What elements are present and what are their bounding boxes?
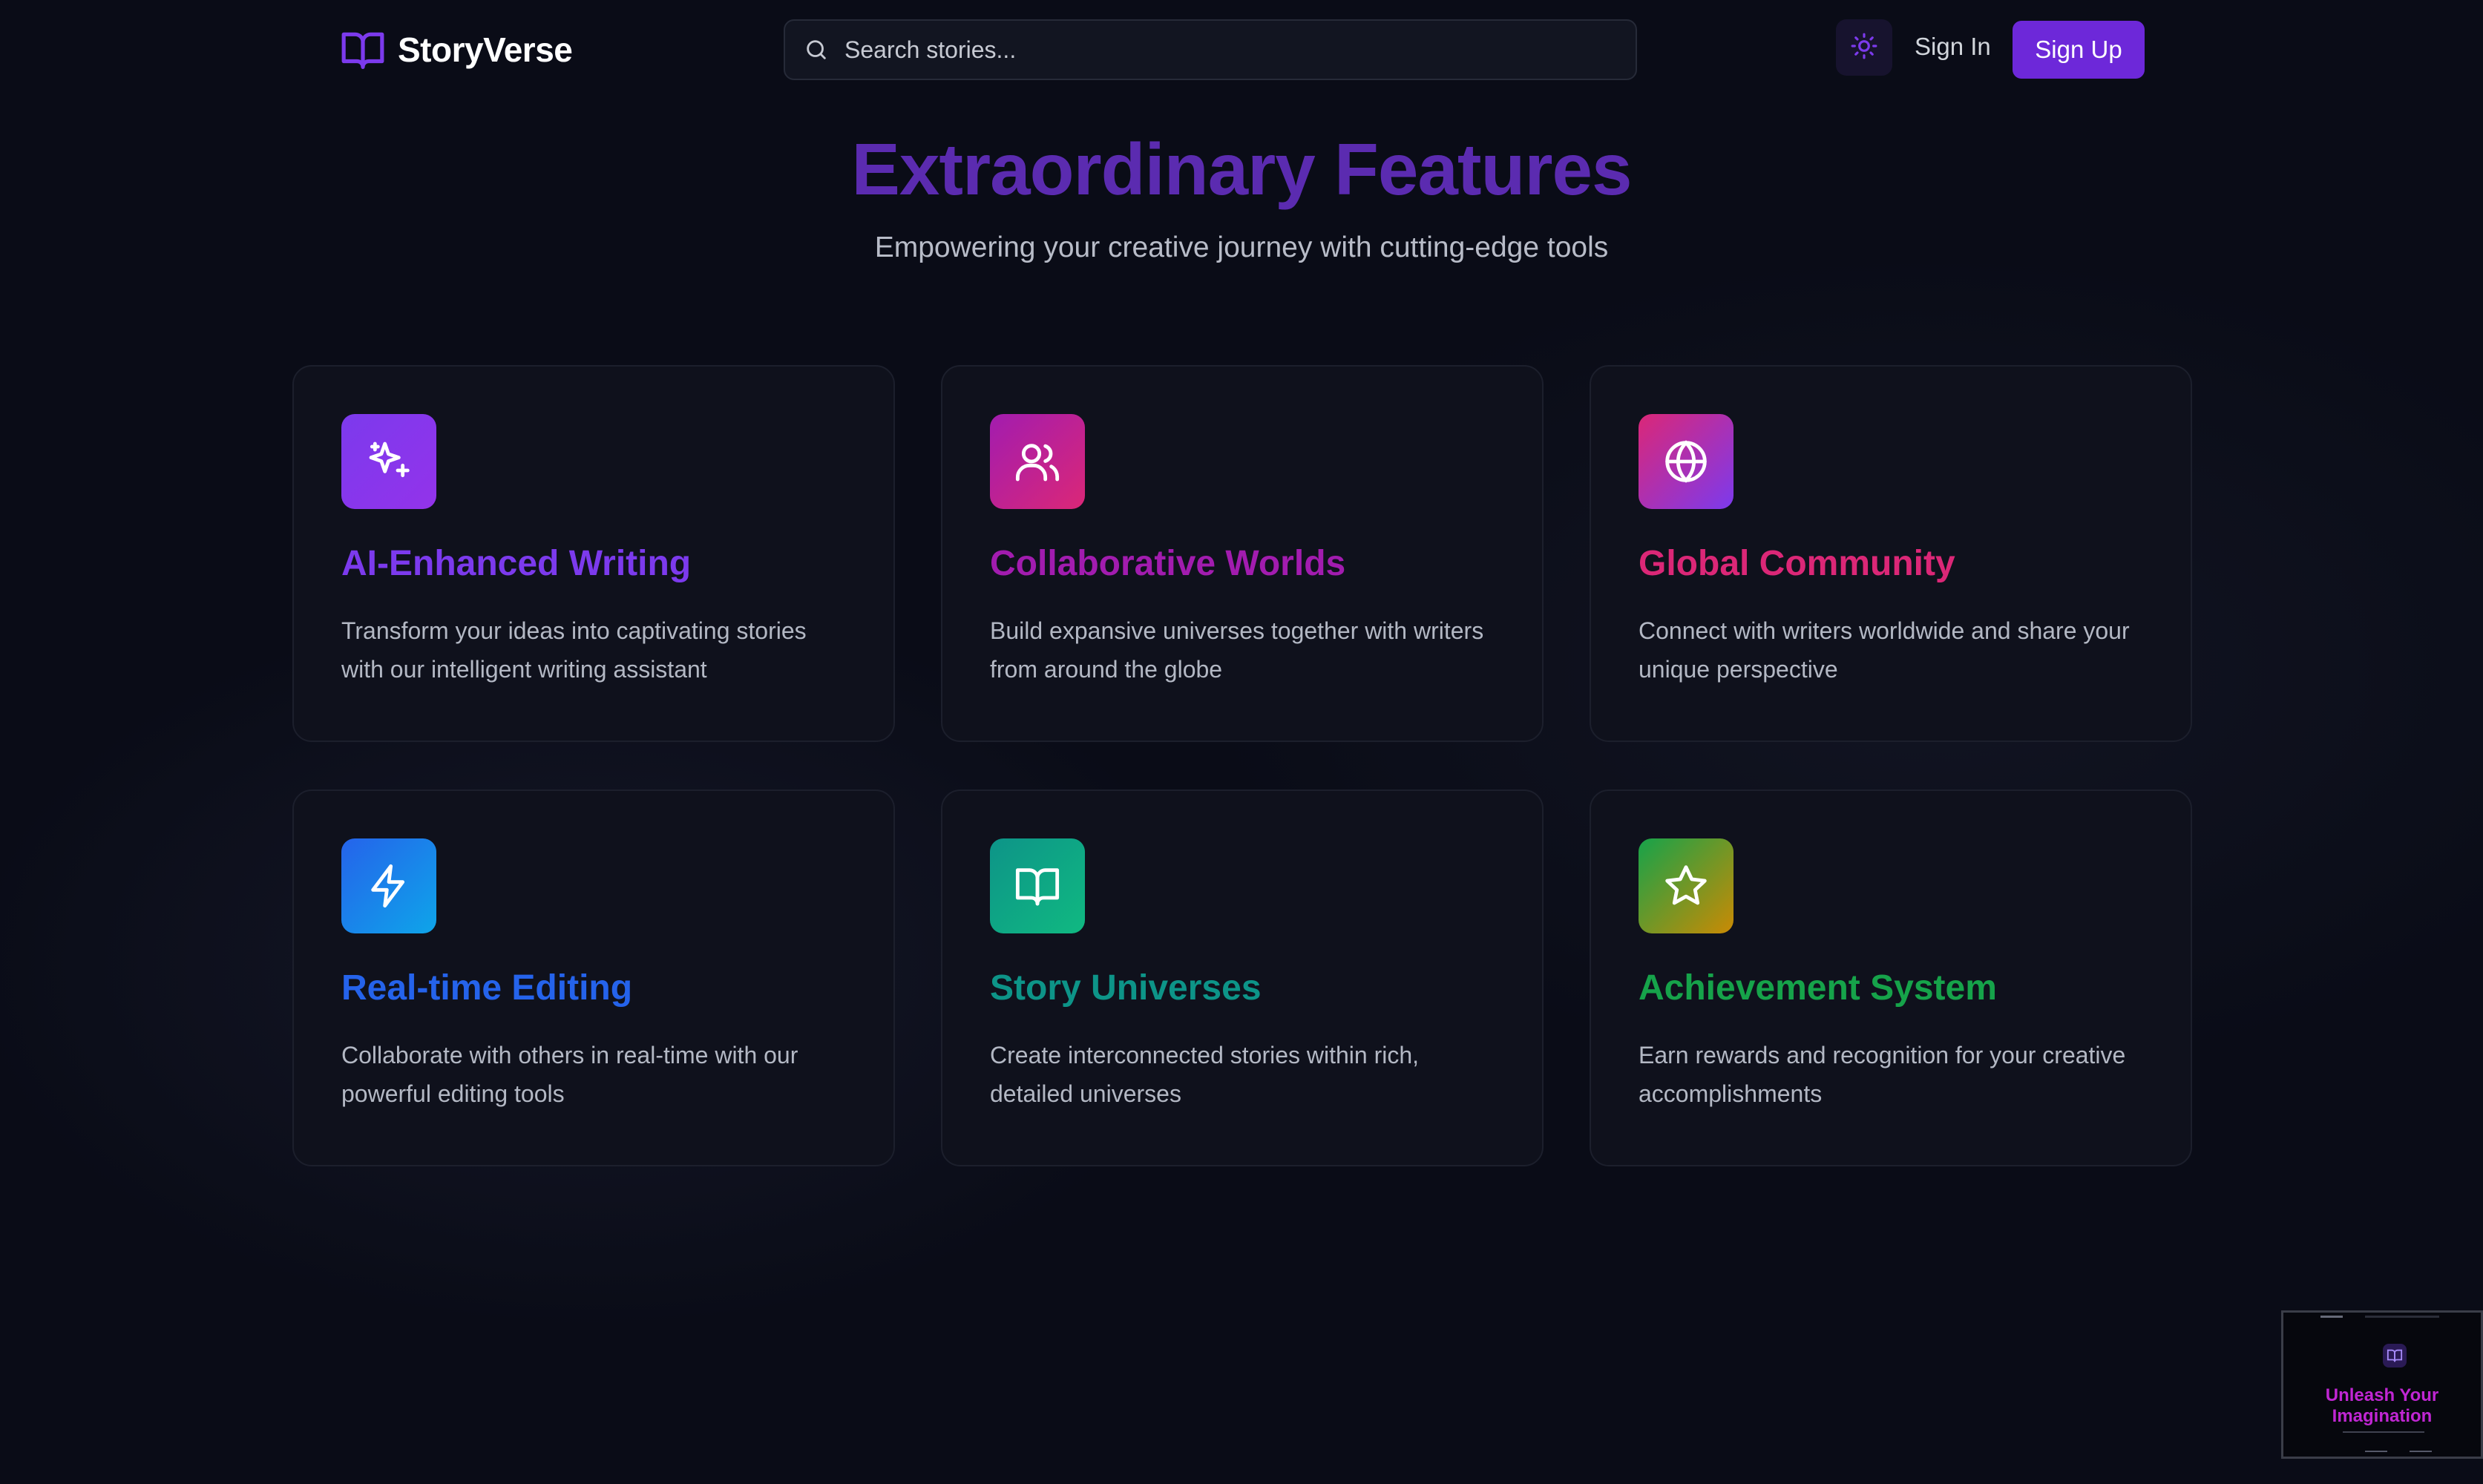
book-icon	[2383, 1344, 2407, 1368]
search-input[interactable]	[843, 35, 1588, 65]
feature-description: Create interconnected stories within ric…	[990, 1042, 1420, 1107]
sun-icon	[1850, 32, 1878, 64]
feature-title: Story Universes	[990, 968, 1262, 1008]
page-subtitle: Empowering your creative journey with cu…	[874, 232, 1609, 263]
top-nav: StoryVerse Sign In Sign Up	[0, 0, 2483, 100]
brand-logo[interactable]: StoryVerse	[340, 27, 573, 73]
background-glow	[0, 0, 2483, 1484]
minimap-title: Unleash Your Imagination	[2325, 1385, 2439, 1426]
feature-card-global-community[interactable]: Global Community Connect with writers wo…	[1590, 365, 2192, 742]
feature-description: Earn rewards and recognition for your cr…	[1639, 1042, 2126, 1107]
theme-toggle-button[interactable]	[1836, 19, 1892, 76]
feature-description: Connect with writers worldwide and share…	[1639, 617, 2130, 683]
page-minimap[interactable]: Unleash Your Imagination	[2281, 1310, 2483, 1459]
book-icon	[990, 838, 1085, 933]
feature-card-ai-writing[interactable]: AI-Enhanced Writing Transform your ideas…	[292, 365, 895, 742]
globe-icon	[1639, 414, 1733, 509]
search-icon	[803, 36, 830, 63]
sign-up-button[interactable]: Sign Up	[2013, 21, 2145, 79]
feature-title: Collaborative Worlds	[990, 544, 1346, 583]
star-icon	[1639, 838, 1733, 933]
feature-title: Real-time Editing	[341, 968, 633, 1008]
page-title: Extraordinary Features	[851, 128, 1633, 210]
sparkles-icon	[341, 414, 436, 509]
search-bar[interactable]	[784, 19, 1637, 80]
brand-name: StoryVerse	[398, 30, 573, 69]
book-icon	[340, 27, 386, 73]
feature-card-story-universes[interactable]: Story Universes Create interconnected st…	[941, 789, 1544, 1166]
minimap-button-line	[2365, 1451, 2387, 1452]
feature-description: Transform your ideas into captivating st…	[341, 617, 807, 683]
feature-card-achievement-system[interactable]: Achievement System Earn rewards and reco…	[1590, 789, 2192, 1166]
sign-in-link[interactable]: Sign In	[1915, 33, 1991, 61]
minimap-button-line	[2410, 1451, 2432, 1452]
minimap-navbar	[2283, 1313, 2481, 1322]
users-icon	[990, 414, 1085, 509]
feature-card-realtime-editing[interactable]: Real-time Editing Collaborate with other…	[292, 789, 895, 1166]
feature-description: Build expansive universes together with …	[990, 617, 1484, 683]
minimap-subtitle-line	[2343, 1431, 2424, 1433]
feature-description: Collaborate with others in real-time wit…	[341, 1042, 798, 1107]
feature-card-collaborative-worlds[interactable]: Collaborative Worlds Build expansive uni…	[941, 365, 1544, 742]
lightning-icon	[341, 838, 436, 933]
feature-title: Achievement System	[1639, 968, 1997, 1008]
feature-title: AI-Enhanced Writing	[341, 544, 692, 583]
feature-title: Global Community	[1639, 544, 1955, 583]
